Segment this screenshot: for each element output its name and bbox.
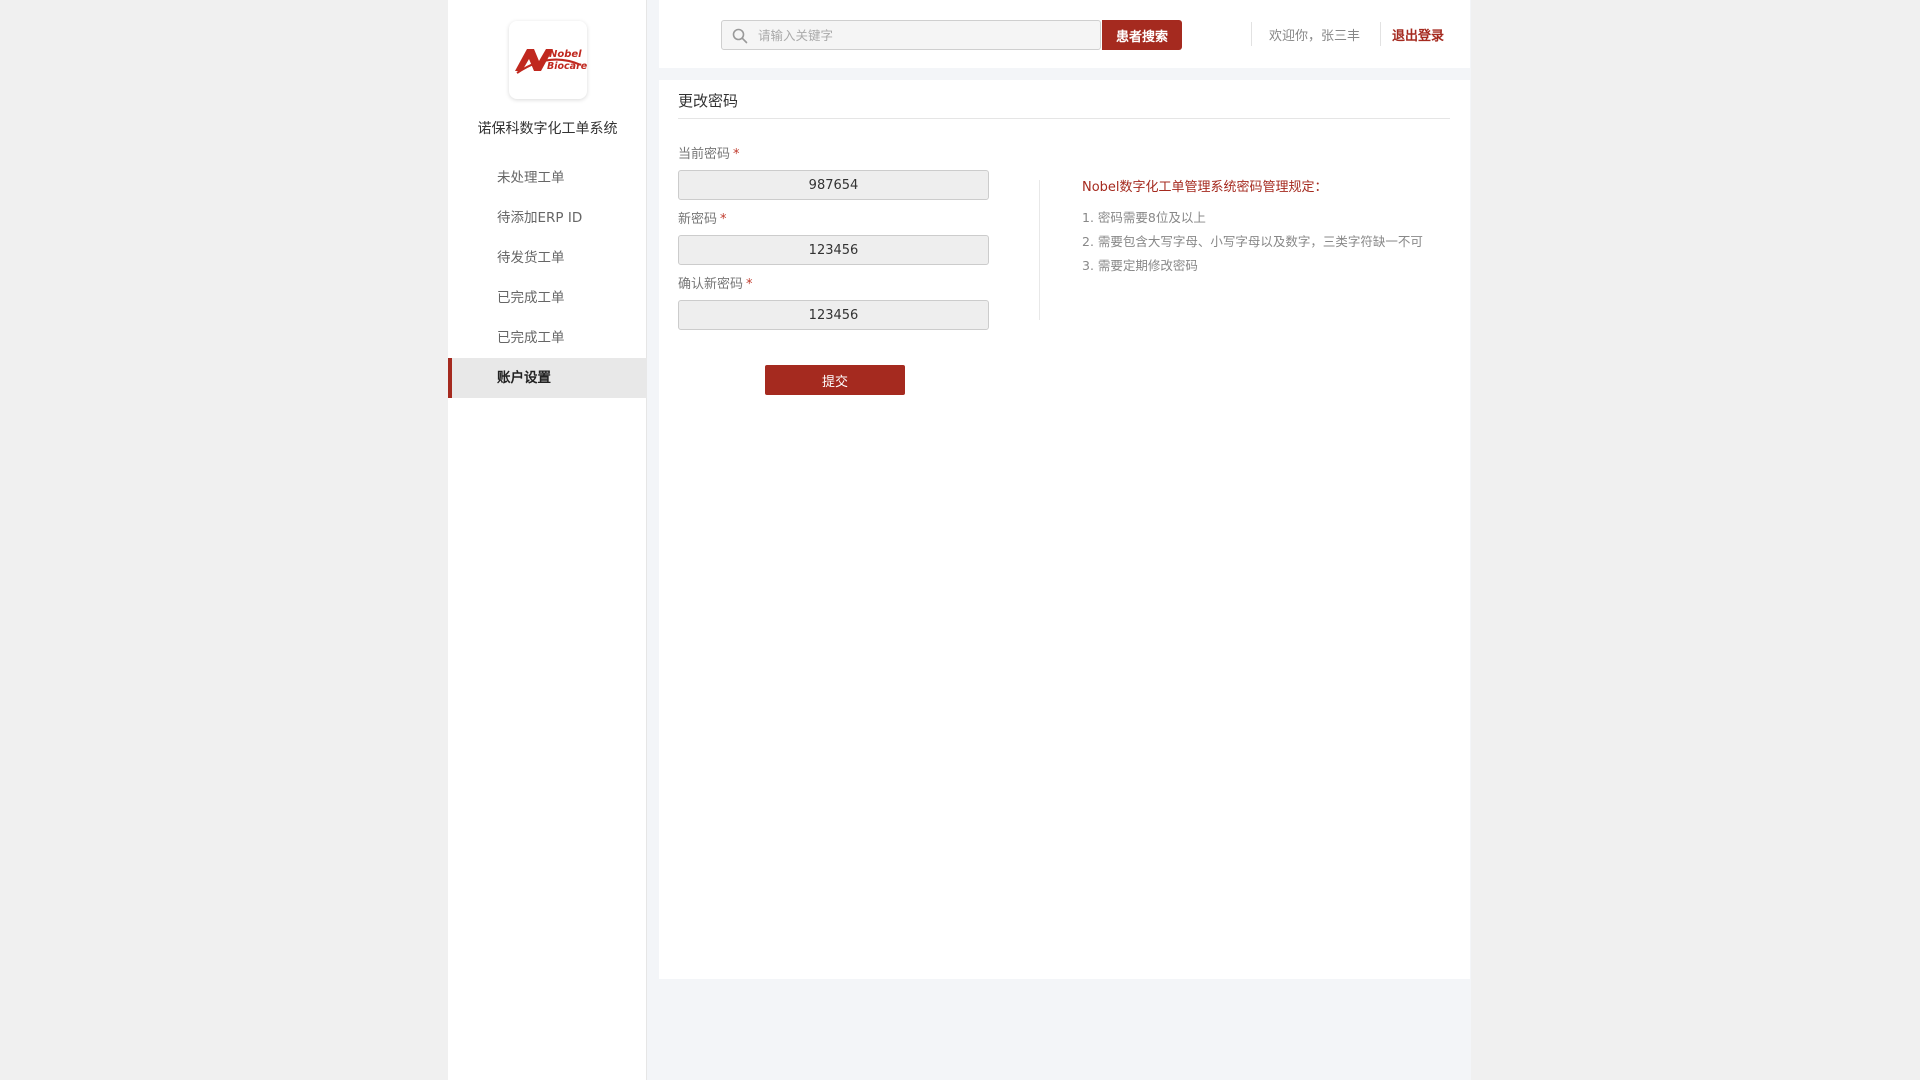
- confirm-password-label: 确认新密码 *: [678, 277, 753, 292]
- search-box: [721, 20, 1101, 50]
- confirm-password-field[interactable]: [678, 300, 989, 330]
- sidebar-item-pending-shipment[interactable]: 待发货工单: [448, 238, 647, 278]
- submit-button[interactable]: 提交: [765, 365, 905, 395]
- header-divider: [1251, 22, 1252, 46]
- password-rule-item: 2. 需要包含大写字母、小写字母以及数字，三类字符缺一不可: [1082, 234, 1423, 249]
- sidebar-item-pending-erp-id[interactable]: 待添加ERP ID: [448, 198, 647, 238]
- svg-text:Nobel: Nobel: [549, 49, 582, 60]
- logout-link[interactable]: 退出登录: [1392, 25, 1444, 44]
- sidebar-item-account-settings[interactable]: 账户设置: [448, 358, 647, 398]
- main-panel: 更改密码 当前密码* 新密码* 确认新密码* 提交 Nobel数字化工单管理系统…: [659, 80, 1470, 979]
- patient-search-button[interactable]: 患者搜索: [1102, 20, 1182, 50]
- title-divider: [678, 118, 1450, 119]
- sidebar-item-completed-orders-2[interactable]: 已完成工单: [448, 318, 647, 358]
- top-header: 患者搜索 欢迎你，张三丰 退出登录: [659, 0, 1470, 68]
- nobel-biocare-logo: Nobel Biocare: [509, 21, 587, 99]
- app-title: 诺保科数字化工单系统: [477, 121, 618, 137]
- sidebar: Nobel Biocare 诺保科数字化工单系统 未处理工单 待添加ERP ID…: [448, 0, 647, 1080]
- header-divider: [1380, 22, 1381, 46]
- new-password-label: 新密码 *: [678, 212, 727, 227]
- rules-divider: [1039, 180, 1040, 320]
- sidebar-item-completed-orders[interactable]: 已完成工单: [448, 278, 647, 318]
- password-rule-item: 3. 需要定期修改密码: [1082, 258, 1198, 273]
- password-rules-title: Nobel数字化工单管理系统密码管理规定：: [1082, 180, 1328, 195]
- sidebar-nav: 未处理工单 待添加ERP ID 待发货工单 已完成工单 已完成工单 账户设置: [448, 158, 647, 398]
- current-password-field[interactable]: [678, 170, 989, 200]
- page-title: 更改密码: [678, 92, 739, 110]
- current-password-label: 当前密码 *: [678, 147, 740, 162]
- app-shell: Nobel Biocare 诺保科数字化工单系统 未处理工单 待添加ERP ID…: [448, 0, 1471, 1080]
- welcome-text: 欢迎你，张三丰: [1269, 29, 1361, 44]
- password-rule-item: 1. 密码需要8位及以上: [1082, 210, 1206, 225]
- search-input[interactable]: [756, 21, 1091, 49]
- search-icon: [732, 28, 748, 44]
- svg-text:Biocare: Biocare: [547, 61, 587, 72]
- new-password-field[interactable]: [678, 235, 989, 265]
- password-rules-list: 1. 密码需要8位及以上 2. 需要包含大写字母、小写字母以及数字，三类字符缺一…: [1082, 206, 1427, 278]
- sidebar-item-unprocessed-orders[interactable]: 未处理工单: [448, 158, 647, 198]
